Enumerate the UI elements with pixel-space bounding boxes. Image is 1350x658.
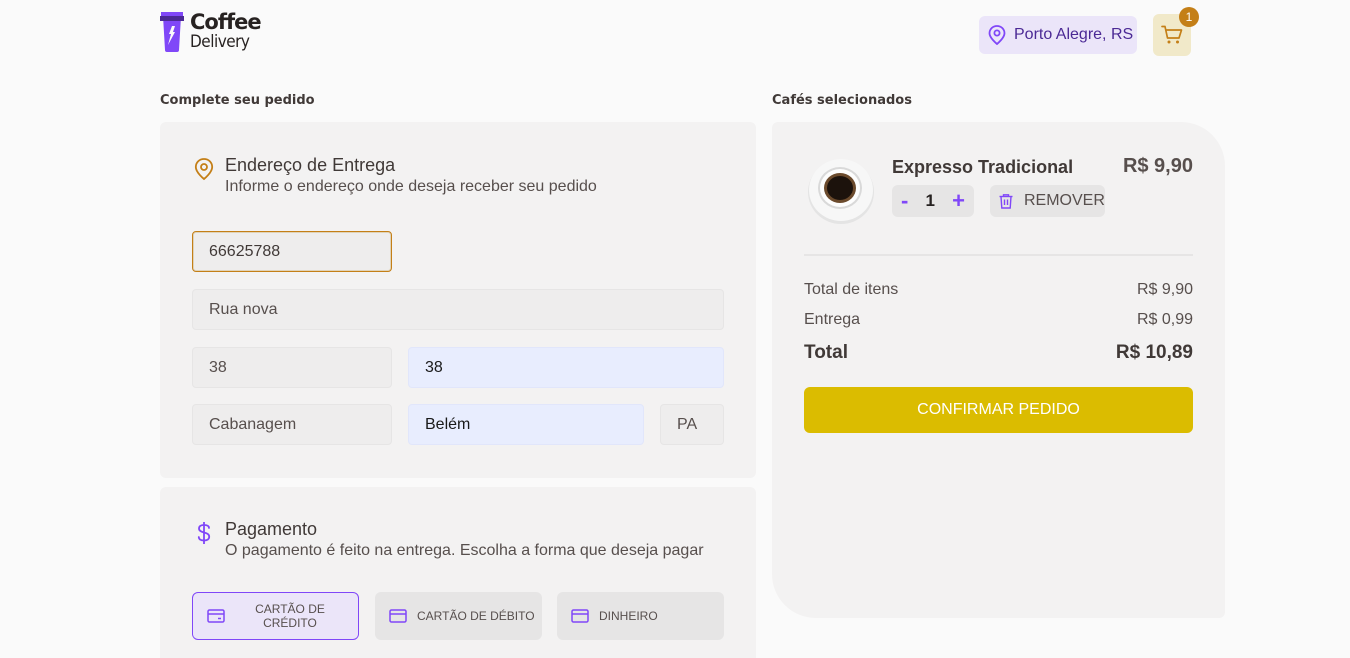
logo[interactable]: Coffee Delivery — [160, 10, 262, 52]
items-total-value: R$ 9,90 — [1136, 281, 1193, 298]
neighborhood-input[interactable]: Cabanagem — [192, 404, 392, 445]
total-row: Total R$ 10,89 — [804, 342, 1193, 364]
cart-card: Expresso Tradicional R$ 9,90 - 1 + REMOV… — [772, 122, 1225, 618]
complement-input[interactable]: 38 — [408, 347, 724, 388]
address-title: Endereço de Entrega — [225, 155, 396, 175]
map-pin-icon — [988, 25, 1006, 45]
item-price: R$ 9,90 — [1122, 155, 1193, 177]
remove-button[interactable]: REMOVER — [990, 185, 1105, 217]
payment-option-cash[interactable]: Dinheiro — [557, 592, 724, 640]
delivery-label: Entrega — [804, 311, 861, 328]
bank-card-icon — [389, 609, 407, 623]
uf-input[interactable]: PA — [660, 404, 724, 445]
remove-label: REMOVER — [1024, 192, 1105, 209]
increase-button[interactable]: + — [952, 190, 965, 212]
address-subtitle: Informe o endereço onde deseja receber s… — [225, 178, 597, 195]
payment-title: Pagamento — [225, 519, 318, 539]
cart-count-badge: 1 — [1179, 7, 1199, 27]
cart-section-title: Cafés selecionados — [772, 93, 912, 108]
address-card: Endereço de Entrega Informe o endereço o… — [160, 122, 756, 478]
payment-option-debit[interactable]: Cartão de débito — [375, 592, 542, 640]
delivery-row: Entrega R$ 0,99 — [804, 311, 1193, 329]
order-section-title: Complete seu pedido — [160, 93, 315, 108]
payment-option-debit-label: Cartão de débito — [417, 608, 535, 623]
logo-title: Coffee — [190, 10, 262, 34]
location-text: Porto Alegre, RS — [1014, 26, 1134, 43]
items-total-label: Total de itens — [804, 281, 899, 298]
total-label: Total — [804, 342, 848, 363]
cart-divider — [804, 254, 1193, 256]
item-name: Expresso Tradicional — [892, 157, 1074, 177]
cep-input[interactable]: 66625788 — [192, 231, 392, 272]
quantity-value: 1 — [925, 191, 935, 210]
delivery-value: R$ 0,99 — [1136, 311, 1193, 328]
city-input[interactable]: Belém — [408, 404, 644, 445]
payment-option-cash-label: Dinheiro — [599, 608, 658, 623]
map-pin-icon — [194, 158, 214, 181]
shopping-cart-icon — [1161, 25, 1183, 44]
payment-header: Pagamento O pagamento é feito na entrega… — [192, 519, 704, 560]
decrease-button[interactable]: - — [901, 190, 908, 212]
payment-option-credit-label: Cartão de crédito — [255, 601, 325, 630]
total-value: R$ 10,89 — [1115, 342, 1193, 363]
dollar-icon — [197, 522, 211, 544]
address-header: Endereço de Entrega Informe o endereço o… — [192, 155, 597, 196]
cart-item: Expresso Tradicional R$ 9,90 - 1 + REMOV… — [804, 154, 1193, 224]
money-icon — [571, 609, 589, 623]
coffee-cup-logo-icon — [160, 12, 184, 52]
trash-icon — [999, 194, 1013, 209]
payment-card: Pagamento O pagamento é feito na entrega… — [160, 487, 756, 658]
street-input[interactable]: Rua nova — [192, 289, 724, 330]
logo-subtitle: Delivery — [190, 32, 250, 52]
number-input[interactable]: 38 — [192, 347, 392, 388]
coffee-image — [808, 159, 874, 224]
payment-option-credit[interactable]: Cartão de crédito — [192, 592, 359, 640]
confirm-order-button[interactable]: Confirmar pedido — [804, 387, 1193, 433]
payment-subtitle: O pagamento é feito na entrega. Escolha … — [225, 542, 704, 559]
location-badge[interactable]: Porto Alegre, RS — [979, 16, 1137, 54]
credit-card-icon — [207, 609, 225, 623]
items-total-row: Total de itens R$ 9,90 — [804, 281, 1193, 299]
header: Coffee Delivery Porto Alegre, RS 1 — [0, 0, 1350, 70]
quantity-stepper[interactable]: - 1 + — [892, 185, 974, 217]
